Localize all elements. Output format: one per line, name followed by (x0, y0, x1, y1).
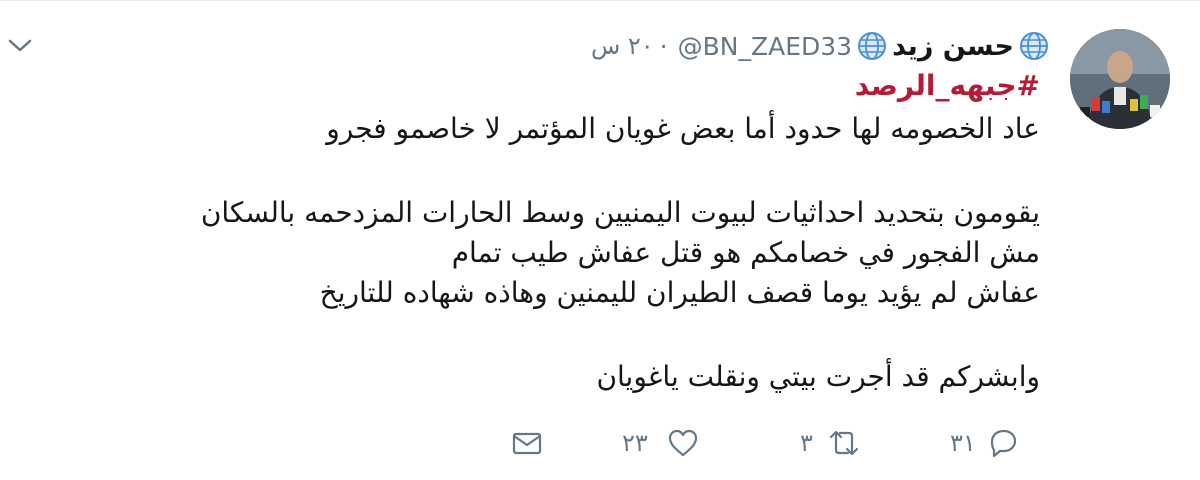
reply-icon (986, 426, 1020, 460)
tweet-text-line: مش الفجور في خصامكم هو قتل عفاش طيب تمام (451, 236, 1040, 269)
heart-icon (666, 426, 700, 460)
message-button[interactable] (510, 423, 544, 463)
tweet-card[interactable]: حسن زيد @BN_ZAED33 · ٢٠ س #جبهه_الرصد عا… (0, 0, 1200, 480)
retweet-count: ٣ (800, 429, 813, 457)
tweet-header: حسن زيد @BN_ZAED33 · ٢٠ س (591, 26, 1050, 66)
author-handle[interactable]: @BN_ZAED33 (678, 32, 852, 61)
tweet-text-line: يقومون بتحديد احداثيات لبيوت اليمنيين وس… (200, 196, 1040, 229)
envelope-icon (510, 426, 544, 460)
author-name[interactable]: حسن زيد (892, 31, 1014, 62)
retweet-button[interactable]: ٣ (800, 423, 861, 463)
retweet-icon (827, 426, 861, 460)
avatar[interactable] (1070, 29, 1170, 129)
hashtag-link[interactable]: #جبهه_الرصد (855, 69, 1040, 102)
chevron-down-icon[interactable] (6, 35, 34, 55)
reply-count: ٣١ (950, 429, 976, 457)
tweet-actions: ٣١ ٣ ٢٣ (0, 423, 1200, 463)
tweet-text-line: عفاش لم يؤيد يوما قصف الطيران لليمنين وه… (319, 276, 1040, 309)
globe-icon (856, 30, 888, 62)
like-button[interactable]: ٢٣ (622, 423, 700, 463)
like-count: ٢٣ (622, 429, 648, 457)
separator-dot: · (659, 31, 668, 61)
reply-button[interactable]: ٣١ (950, 423, 1020, 463)
tweet-text-line: عاد الخصومه لها حدود أما بعض غويان المؤت… (326, 112, 1040, 145)
globe-icon (1018, 30, 1050, 62)
tweet-text-line: وابشركم قد أجرت بيتي ونقلت ياغويان (596, 360, 1040, 393)
tweet-timestamp[interactable]: ٢٠ س (591, 32, 654, 60)
